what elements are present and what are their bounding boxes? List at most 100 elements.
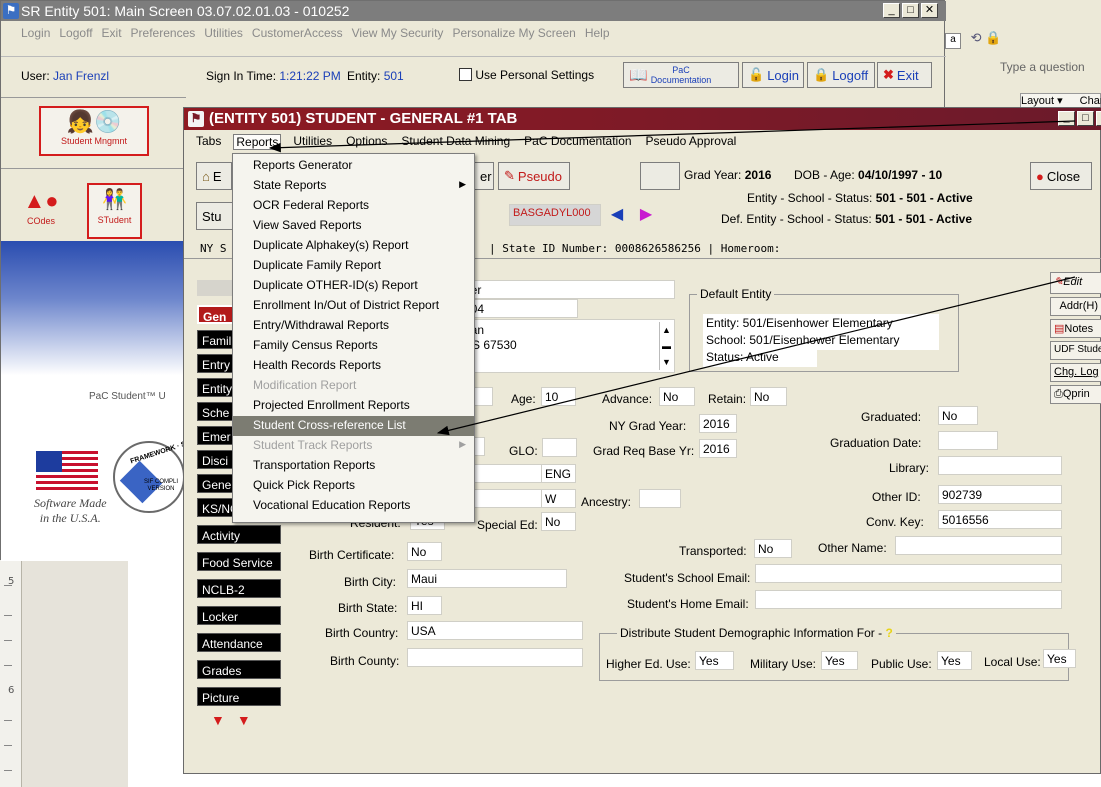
tab-attendance[interactable]: Attendance (197, 633, 281, 652)
address-line-2[interactable]: 704 (460, 299, 578, 318)
word-toolbar-icons[interactable]: a ⟲ 🔒 (945, 30, 1025, 50)
address-line-1[interactable]: her (460, 280, 675, 299)
birth-county-field[interactable] (407, 648, 583, 667)
chang-label[interactable]: Chang (1080, 95, 1101, 107)
menu-tabs[interactable]: Tabs (194, 134, 223, 150)
age-field[interactable]: 10 (541, 387, 576, 406)
close-button[interactable]: ✕ (1096, 111, 1101, 126)
menu-login[interactable]: Login (21, 26, 50, 43)
menu-utilities[interactable]: Utilities (291, 134, 334, 150)
menu-item-duplicate-family[interactable]: Duplicate Family Report (233, 256, 474, 276)
tab-activity[interactable]: Activity (197, 525, 281, 544)
menu-item-family-census[interactable]: Family Census Reports (233, 336, 474, 356)
ask-question-box[interactable]: Type a question (1000, 60, 1101, 80)
menu-item-quick-pick[interactable]: Quick Pick Reports (233, 476, 474, 496)
close-student-button[interactable]: ● Close (1030, 162, 1092, 190)
menu-help[interactable]: Help (585, 26, 610, 43)
ancestry-field[interactable] (639, 489, 681, 508)
toolbar-er-button[interactable]: er (474, 162, 494, 190)
main-title-bar[interactable]: ⚑ SR Entity 501: Main Screen 03.07.02.01… (1, 1, 946, 21)
alphakey-field[interactable]: BASGADYL000 (509, 204, 601, 226)
menu-item-ocr-federal[interactable]: OCR Federal Reports (233, 196, 474, 216)
student-button[interactable]: 👫 STudent (87, 183, 142, 239)
edit-button[interactable]: ✎Edit (1050, 272, 1101, 294)
menu-pseudo-approval[interactable]: Pseudo Approval (644, 134, 739, 150)
next-arrow-icon[interactable]: ▶ (635, 204, 657, 226)
menu-item-student-cross-reference[interactable]: Student Cross-reference List (233, 416, 474, 436)
student-lookup-button[interactable]: Stu (196, 202, 234, 230)
minimize-button[interactable]: _ (883, 3, 900, 18)
tab-food-service[interactable]: Food Service (197, 552, 281, 571)
tab-nclb-2[interactable]: NCLB-2 (197, 579, 281, 598)
other-id-field[interactable]: 902739 (938, 485, 1062, 504)
minimize-button[interactable]: _ (1058, 111, 1075, 126)
student-management-button[interactable]: 👧💿 Student Mngmnt (39, 106, 149, 156)
codes-button[interactable]: ▲● COdes (10, 186, 72, 236)
tab-picture[interactable]: Picture (197, 687, 281, 706)
personal-settings-checkbox[interactable]: Use Personal Settings (459, 68, 594, 82)
menu-item-reports-generator[interactable]: Reports Generator (233, 156, 474, 176)
home-button[interactable]: ⌂ E (196, 162, 232, 190)
memo-scrollbar[interactable]: ▲ ▬ ▼ (659, 322, 673, 370)
race-field[interactable]: W (541, 489, 576, 508)
public-field[interactable]: Yes (937, 651, 972, 670)
menu-item-view-saved[interactable]: View Saved Reports (233, 216, 474, 236)
graduated-field[interactable]: No (938, 406, 978, 425)
menu-item-state-reports[interactable]: State Reports ▶ (233, 176, 474, 196)
layout-label[interactable]: Layout ▾ (1021, 95, 1063, 107)
menu-pac-documentation[interactable]: PaC Documentation (522, 134, 633, 150)
ny-grad-year-field[interactable]: 2016 (699, 414, 737, 433)
menu-item-enrollment-district[interactable]: Enrollment In/Out of District Report (233, 296, 474, 316)
udf-student-button[interactable]: UDF Studen (1050, 341, 1101, 360)
toolbar-blank-button[interactable] (640, 162, 680, 190)
menu-logoff[interactable]: Logoff (59, 26, 92, 43)
menu-item-transportation[interactable]: Transportation Reports (233, 456, 474, 476)
glo-field[interactable] (542, 438, 577, 457)
higher-ed-field[interactable]: Yes (695, 651, 734, 670)
help-icon[interactable]: ? (885, 626, 892, 640)
prev-arrow-icon[interactable]: ◀ (606, 204, 628, 226)
exit-button[interactable]: ✖ Exit (877, 62, 932, 88)
graduation-date-field[interactable] (938, 431, 998, 450)
tab-grades[interactable]: Grades (197, 660, 281, 679)
maximize-button[interactable]: □ (902, 3, 919, 18)
default-status-field[interactable]: Status: Active (703, 348, 817, 367)
other-name-field[interactable] (895, 536, 1062, 555)
checkbox-icon[interactable] (459, 68, 472, 81)
maximize-button[interactable]: □ (1077, 111, 1094, 126)
menu-item-duplicate-alphakey[interactable]: Duplicate Alphakey(s) Report (233, 236, 474, 256)
menu-utilities[interactable]: Utilities (204, 26, 243, 43)
menu-customer-access[interactable]: CustomerAccess (252, 26, 343, 43)
menu-data-mining[interactable]: Student Data Mining (399, 134, 512, 150)
retain-field[interactable]: No (750, 387, 787, 406)
advance-field[interactable]: No (659, 387, 695, 406)
menu-item-vocational[interactable]: Vocational Education Reports (233, 496, 474, 516)
menu-reports[interactable]: Reports (233, 134, 282, 150)
birth-country-field[interactable]: USA (407, 621, 583, 640)
student-title-bar[interactable]: ⚑ (ENTITY 501) STUDENT - GENERAL #1 TAB … (184, 108, 1101, 130)
notes-button[interactable]: ▤Notes (1050, 319, 1101, 338)
lock-icon[interactable]: 🔒 (985, 30, 1001, 45)
scroll-down-icon[interactable]: ▼▼ (197, 712, 281, 730)
close-button[interactable]: ✕ (921, 3, 938, 18)
change-log-button[interactable]: Chg. Log (1050, 363, 1101, 382)
menu-exit[interactable]: Exit (102, 26, 122, 43)
military-field[interactable]: Yes (821, 651, 858, 670)
school-email-field[interactable] (755, 564, 1062, 583)
transported-field[interactable]: No (754, 539, 792, 558)
library-field[interactable] (938, 456, 1062, 475)
menu-item-entry-withdrawal[interactable]: Entry/Withdrawal Reports (233, 316, 474, 336)
birth-city-field[interactable]: Maui (407, 569, 567, 588)
menu-item-projected-enrollment[interactable]: Projected Enrollment Reports (233, 396, 474, 416)
menu-item-health-records[interactable]: Health Records Reports (233, 356, 474, 376)
toolbar-icon[interactable]: a (945, 33, 961, 49)
local-field[interactable]: Yes (1043, 649, 1076, 668)
birth-state-field[interactable]: HI (407, 596, 442, 615)
menu-preferences[interactable]: Preferences (131, 26, 196, 43)
quick-print-button[interactable]: ⎙Qprin (1050, 385, 1101, 404)
menu-options[interactable]: Options (344, 134, 389, 150)
address-h-button[interactable]: Addr(H) (1050, 297, 1101, 316)
address-memo[interactable]: nan KS 67530 ▲▬▼ (460, 319, 675, 373)
conv-key-field[interactable]: 5016556 (938, 510, 1062, 529)
menu-personalize[interactable]: Personalize My Screen (452, 26, 575, 43)
